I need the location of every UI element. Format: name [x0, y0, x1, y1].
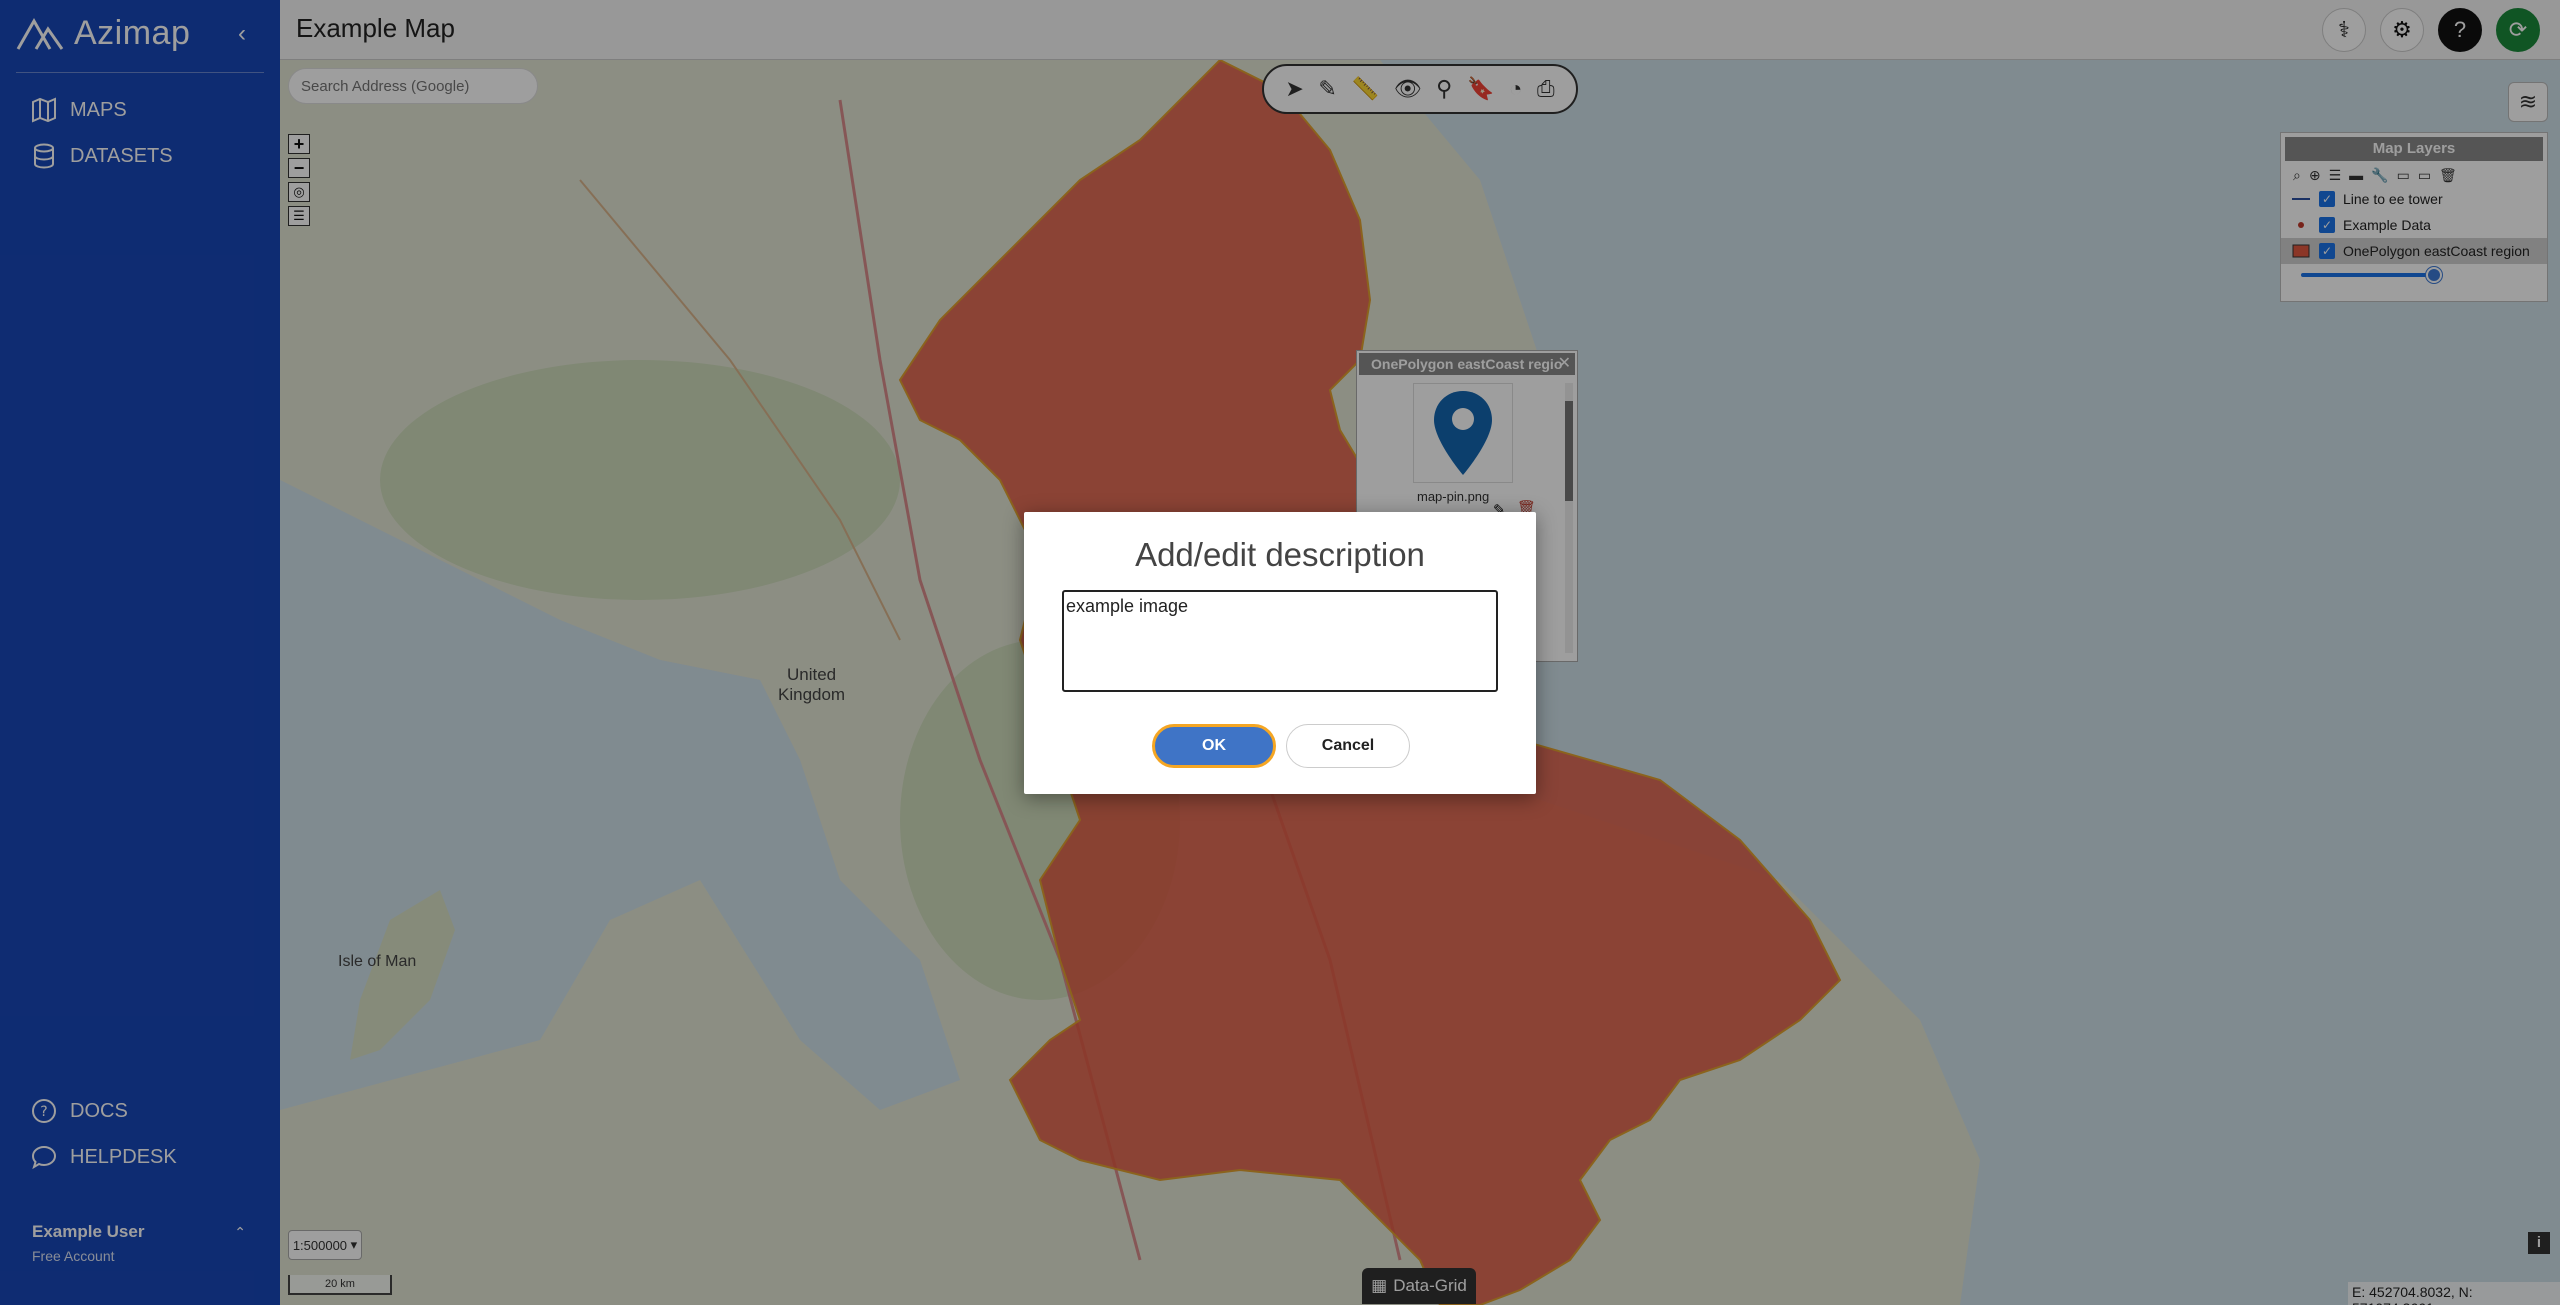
- dialog-title: Add/edit description: [1135, 536, 1425, 573]
- cancel-button[interactable]: Cancel: [1286, 724, 1410, 768]
- description-textarea[interactable]: example image: [1062, 590, 1498, 692]
- description-dialog: Add/edit description example image OK Ca…: [1024, 512, 1536, 794]
- ok-button[interactable]: OK: [1152, 724, 1276, 768]
